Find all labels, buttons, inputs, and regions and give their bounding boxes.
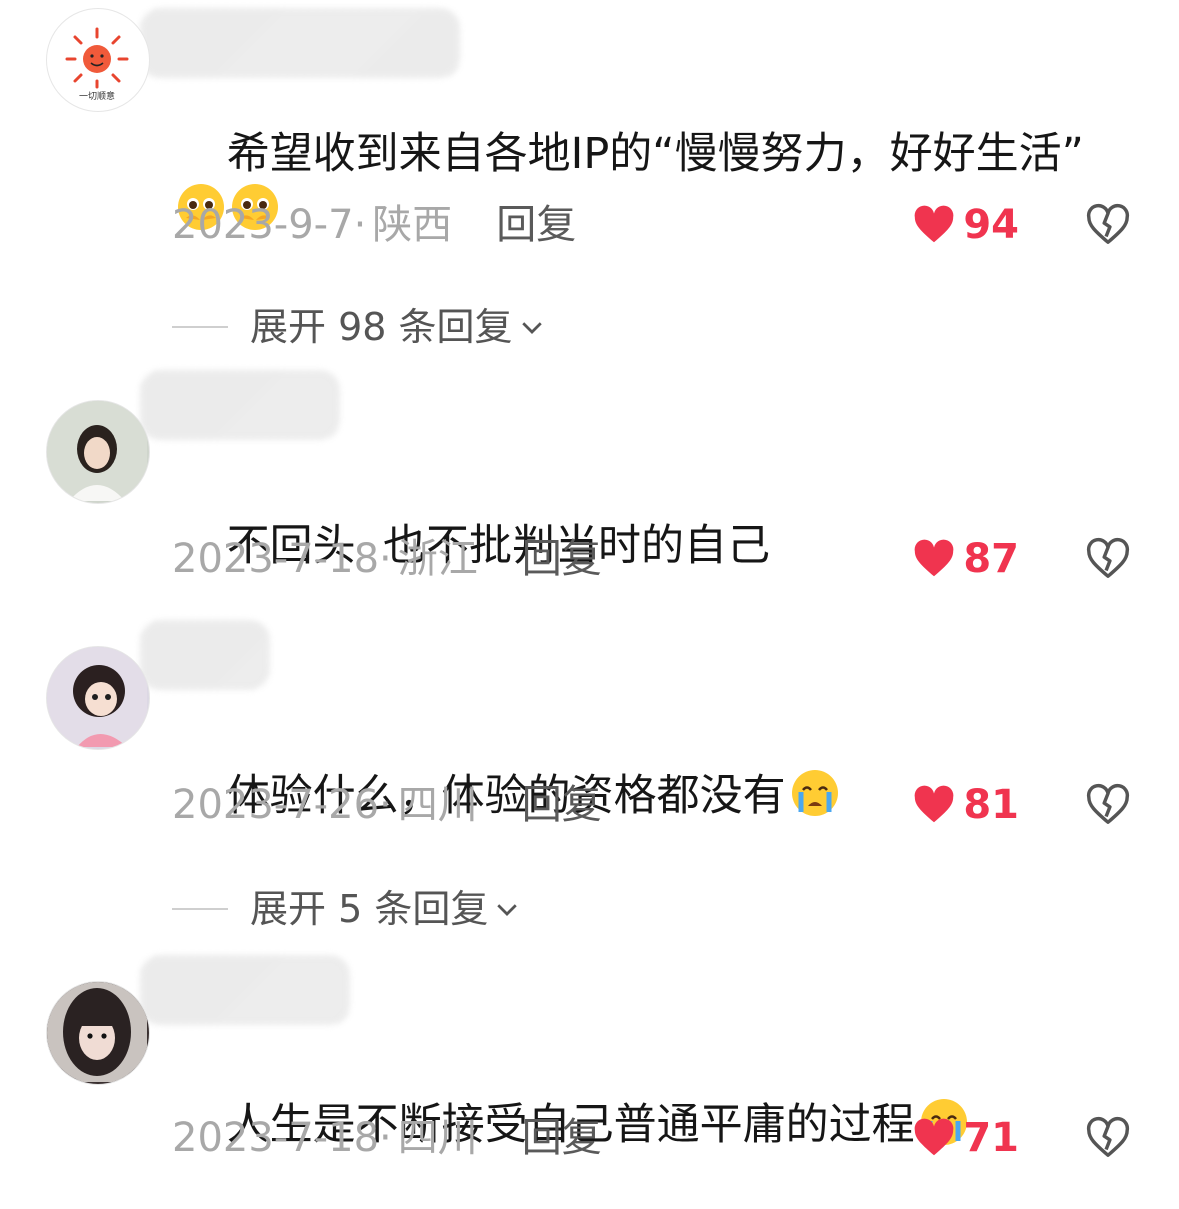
username-redacted [140,8,460,78]
divider-dash [172,908,228,910]
comment-meta: 2023-9-7· 陕西 回复 [172,200,576,250]
comment-date: 2023-9-7· [172,202,367,248]
comment-location: 浙江 [397,536,478,582]
reply-button[interactable]: 回复 [522,536,602,582]
like-count: 81 [963,782,1019,828]
avatar[interactable] [46,400,150,504]
reply-button[interactable]: 回复 [522,1115,602,1161]
comment-location: 陕西 [372,202,453,248]
comment-date: 2023-7-18· [172,536,392,582]
broken-heart-icon[interactable] [1085,1115,1131,1161]
comment-meta: 2023-7-26· 四川 回复 [172,780,602,830]
expand-replies[interactable]: 展开 5 条回复 [172,884,522,934]
broken-heart-icon[interactable] [1085,536,1131,582]
user-photo [47,647,147,747]
chevron-down-icon [497,904,518,916]
avatar[interactable] [46,981,150,1085]
comment-meta: 2023-7-18· 四川 回复 [172,1113,602,1163]
chevron-down-icon [521,322,542,334]
comment-date: 2023-7-26· [172,782,392,828]
expand-replies[interactable]: 展开 98 条回复 [172,302,547,352]
heart-icon [914,785,954,823]
comment-meta: 2023-7-18· 浙江 回复 [172,534,602,584]
heart-icon [914,205,954,243]
avatar-label: 一切顺意 [78,92,115,102]
avatar[interactable] [46,646,150,750]
heart-icon [914,1118,954,1156]
like-button[interactable]: 71 [911,1113,1019,1163]
username-redacted [140,370,340,440]
user-photo [47,401,147,501]
like-count: 71 [963,1115,1019,1161]
comment-location: 四川 [397,1115,478,1161]
comment-text: 希望收到来自各地IP的“慢慢努力，好好生活” [172,70,1132,294]
expand-replies-label: 展开 98 条回复 [250,305,513,349]
like-button[interactable]: 94 [911,200,1019,250]
user-photo [47,982,147,1082]
expand-replies-label: 展开 5 条回复 [250,887,489,931]
comment-date: 2023-7-18· [172,1115,392,1161]
broken-heart-icon[interactable] [1085,782,1131,828]
username-redacted [140,620,270,690]
reply-button[interactable]: 回复 [522,782,602,828]
username-redacted [140,955,350,1025]
divider-dash [172,326,228,328]
comment-location: 四川 [397,782,478,828]
reply-button[interactable]: 回复 [496,202,576,248]
like-button[interactable]: 87 [911,534,1019,584]
heart-icon [914,539,954,577]
like-button[interactable]: 81 [911,780,1019,830]
broken-heart-icon[interactable] [1085,202,1131,248]
avatar[interactable]: 一切顺意 [46,8,150,112]
like-count: 87 [963,536,1019,582]
like-count: 94 [963,202,1019,248]
crying-face-icon [790,768,840,818]
